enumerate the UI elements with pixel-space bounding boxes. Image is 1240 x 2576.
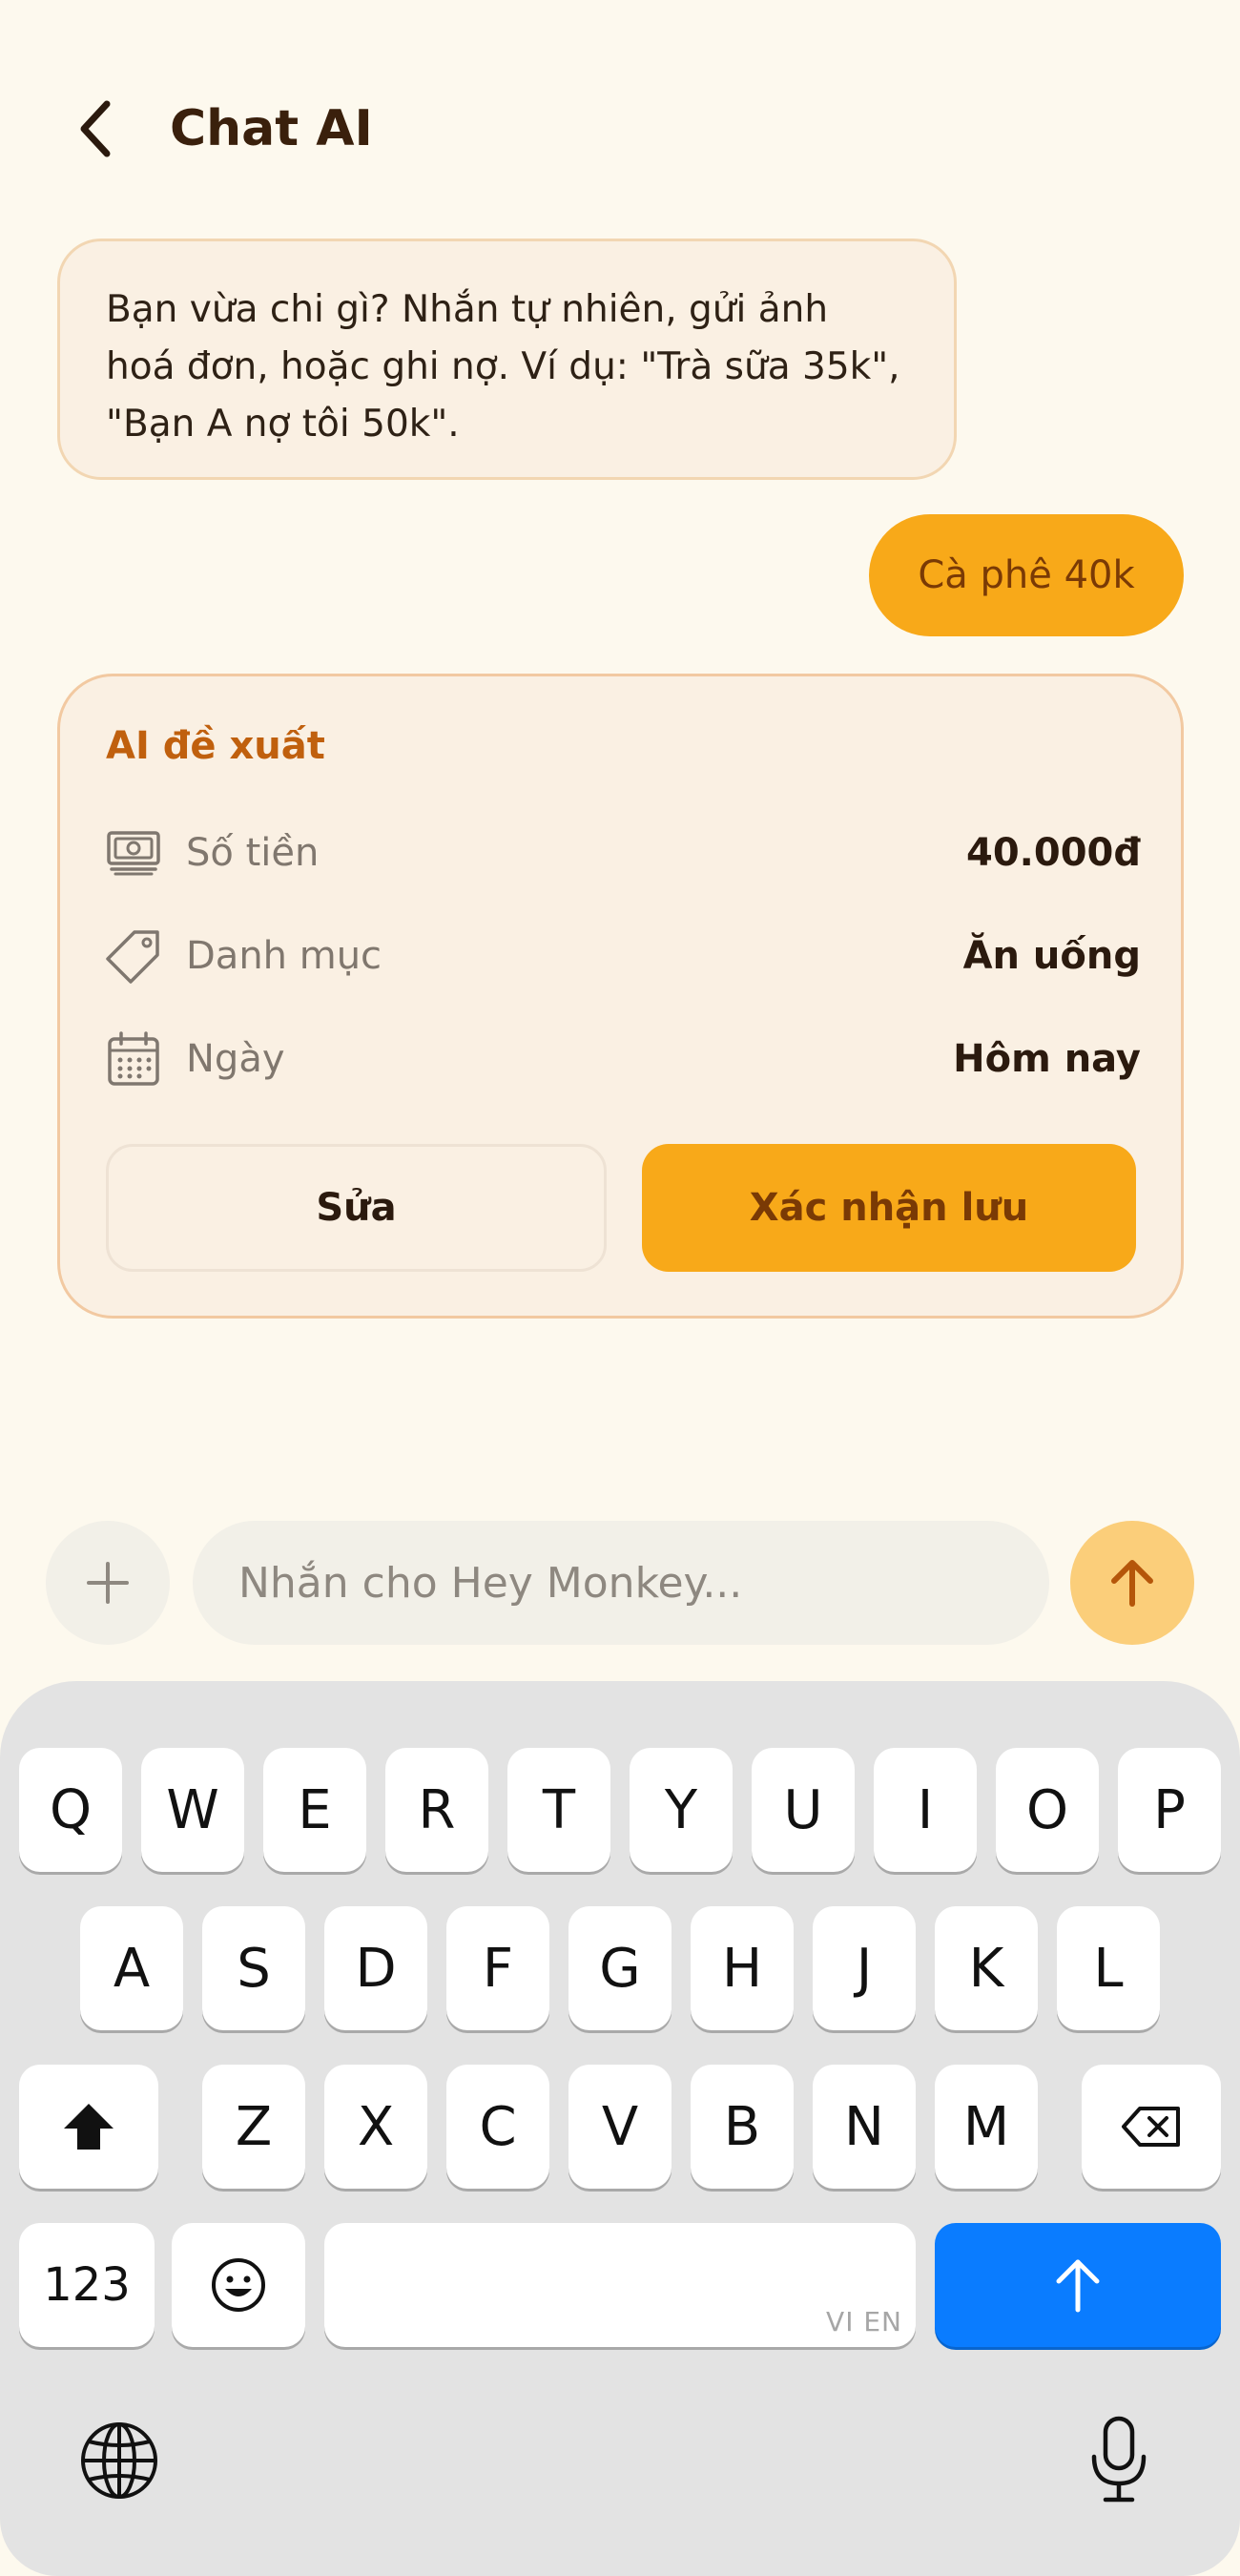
key-j[interactable]: J (813, 1906, 916, 2030)
key-c[interactable]: C (446, 2065, 549, 2189)
key-w[interactable]: W (141, 1748, 244, 1872)
amount-row: Số tiền 40.000đ (106, 820, 1141, 886)
shift-icon (64, 2104, 114, 2150)
chevron-left-icon (80, 100, 111, 157)
globe-icon (81, 2422, 157, 2499)
shift-key[interactable] (19, 2065, 158, 2189)
key-n[interactable]: N (813, 2065, 916, 2189)
language-hint: VI EN (826, 2306, 902, 2337)
key-v[interactable]: V (568, 2065, 672, 2189)
edit-button[interactable]: Sửa (106, 1144, 607, 1272)
amount-label: Số tiền (186, 831, 320, 875)
emoji-icon (212, 2258, 265, 2312)
header: Chat AI (0, 0, 1240, 229)
key-a[interactable]: A (80, 1906, 183, 2030)
money-icon (106, 825, 161, 881)
key-e[interactable]: E (263, 1748, 366, 1872)
amount-value: 40.000đ (966, 831, 1141, 875)
key-k[interactable]: K (935, 1906, 1038, 2030)
key-r[interactable]: R (385, 1748, 488, 1872)
key-l[interactable]: L (1057, 1906, 1160, 2030)
message-input[interactable] (193, 1521, 1049, 1645)
key-y[interactable]: Y (630, 1748, 733, 1872)
ai-suggestion-card: AI đề xuất Số tiền 40.000đ Danh mục Ăn u… (57, 674, 1184, 1319)
plus-icon (87, 1562, 129, 1604)
attach-button[interactable] (46, 1521, 170, 1645)
microphone-icon (1091, 2416, 1147, 2503)
assistant-message: Bạn vừa chi gì? Nhắn tự nhiên, gửi ảnh h… (57, 239, 957, 480)
category-label: Danh mục (186, 934, 382, 978)
back-button[interactable] (67, 91, 124, 167)
tag-icon (106, 928, 161, 984)
key-u[interactable]: U (752, 1748, 855, 1872)
key-p[interactable]: P (1118, 1748, 1221, 1872)
suggestion-title: AI đề xuất (106, 724, 325, 768)
key-q[interactable]: Q (19, 1748, 122, 1872)
page-title: Chat AI (170, 100, 373, 157)
key-i[interactable]: I (874, 1748, 977, 1872)
key-z[interactable]: Z (202, 2065, 305, 2189)
date-row: Ngày Hôm nay (106, 1026, 1141, 1092)
key-g[interactable]: G (568, 1906, 672, 2030)
user-message: Cà phê 40k (869, 514, 1184, 636)
arrow-up-icon (1111, 1560, 1153, 1607)
key-d[interactable]: D (324, 1906, 427, 2030)
key-h[interactable]: H (691, 1906, 794, 2030)
emoji-key[interactable] (172, 2223, 305, 2347)
backspace-key[interactable] (1082, 2065, 1221, 2189)
key-m[interactable]: M (935, 2065, 1038, 2189)
key-b[interactable]: B (691, 2065, 794, 2189)
key-s[interactable]: S (202, 1906, 305, 2030)
key-o[interactable]: O (996, 1748, 1099, 1872)
date-label: Ngày (186, 1037, 285, 1081)
date-value: Hôm nay (953, 1037, 1141, 1081)
confirm-save-button[interactable]: Xác nhận lưu (642, 1144, 1136, 1272)
backspace-icon (1122, 2107, 1180, 2147)
keyboard: Q W E R T Y U I O P A S D F G H J K L Z … (0, 1681, 1240, 2576)
category-row: Danh mục Ăn uống (106, 923, 1141, 989)
key-t[interactable]: T (507, 1748, 610, 1872)
globe-button[interactable] (74, 2416, 164, 2505)
return-key[interactable] (935, 2223, 1221, 2347)
space-key[interactable]: VI EN (324, 2223, 916, 2347)
category-value: Ăn uống (962, 934, 1141, 978)
calendar-icon (106, 1031, 161, 1087)
key-f[interactable]: F (446, 1906, 549, 2030)
key-x[interactable]: X (324, 2065, 427, 2189)
numbers-key[interactable]: 123 (19, 2223, 155, 2347)
arrow-up-icon (1056, 2259, 1100, 2313)
send-button[interactable] (1070, 1521, 1194, 1645)
microphone-button[interactable] (1076, 2410, 1162, 2509)
